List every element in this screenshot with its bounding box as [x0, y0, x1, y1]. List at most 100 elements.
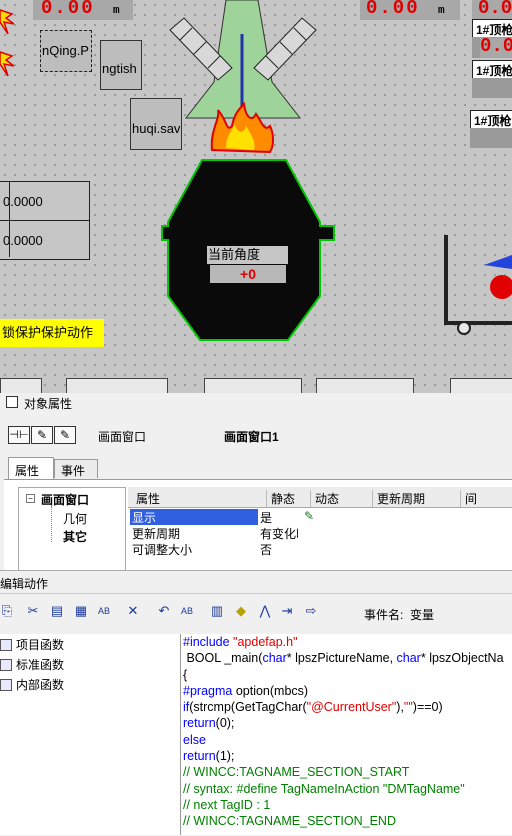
code-token: // WINCC:TAGNAME_SECTION_END — [183, 814, 396, 829]
code-editor[interactable]: #include "apdefap.h" BOOL _main(char* lp… — [180, 634, 512, 835]
converter-furnace-graphic — [161, 0, 335, 341]
code-line[interactable]: if(strcmp(GetTagChar("@CurrentUser"),"")… — [181, 699, 512, 715]
column-header[interactable]: 属性 — [136, 490, 160, 507]
cut-icon[interactable]: ✂ — [26, 604, 40, 618]
import-icon[interactable]: ⇥ — [280, 604, 294, 618]
position-unit-right: m — [438, 5, 445, 17]
property-name: 更新周期 — [132, 527, 181, 541]
lance-tag[interactable]: 1#顶枪 — [472, 60, 512, 80]
code-line[interactable]: { — [181, 667, 512, 683]
copy-format-button[interactable]: ✎ — [31, 426, 53, 444]
bottom-button[interactable] — [204, 378, 302, 393]
delete-icon[interactable]: ✕ — [126, 604, 140, 618]
tab-properties[interactable]: 属性 — [8, 457, 54, 480]
column-header[interactable]: 动态 — [310, 490, 339, 507]
tree-item-geometry[interactable]: 几何 — [63, 510, 87, 527]
angle-label: 当前角度 — [207, 246, 288, 264]
interlock-alarm-banner[interactable]: 锁保护保护动作 — [0, 319, 104, 347]
tab-events[interactable]: 事件 — [54, 459, 98, 478]
code-token: char — [396, 651, 421, 666]
code-line[interactable]: BOOL _main(char* lpszPictureName, char* … — [181, 650, 512, 666]
dynamic-lightning-icon[interactable]: ✎ — [304, 509, 314, 523]
column-header[interactable]: 静态 — [266, 490, 295, 507]
position-value-left: 0.00 — [41, 0, 95, 19]
bottom-button[interactable] — [0, 378, 42, 393]
dialog-title-bar: 对象属性 — [0, 393, 512, 411]
picture-object-1[interactable]: nQing.P — [40, 30, 92, 72]
abc-paste-icon[interactable]: AB — [97, 604, 111, 618]
copy-icon[interactable]: ▤ — [50, 604, 64, 618]
hmi-canvas: 0.00 m 0.00 m 0.0 nQing.P ngtish huqi.sa… — [0, 0, 512, 393]
event-name-value: 变量 — [410, 608, 435, 622]
code-line[interactable]: return(1); — [181, 748, 512, 764]
object-name-label: 画面窗口1 — [224, 430, 279, 444]
position-display-right: 0.00 m — [360, 0, 460, 20]
picture-object-2-label: ngtish — [102, 61, 137, 76]
picture-object-1-label: nQing.P — [42, 43, 89, 58]
paste-icon[interactable]: ▦ — [74, 604, 88, 618]
tree-item-other[interactable]: 其它 — [63, 528, 87, 545]
column-header[interactable]: 更新周期 — [372, 490, 425, 507]
table-cell: 0.0000 — [0, 181, 90, 221]
undo-icon[interactable]: ↶ — [157, 604, 171, 618]
grid-row[interactable]: 可调整大小 否 — [128, 541, 512, 557]
code-token: char — [262, 651, 287, 666]
lance-tag-background — [470, 128, 512, 148]
editor-title-bar: 编辑动作 — [0, 571, 512, 594]
grid-header: 属性 静态 动态 更新周期 间 — [128, 487, 512, 508]
grid-row[interactable]: 显示 是 ✎ — [128, 509, 512, 525]
object-type-label: 画面窗口 — [98, 430, 147, 444]
tab-properties-label: 属性 — [15, 464, 40, 478]
code-line[interactable]: else — [181, 732, 512, 748]
code-token: // next TagID : 1 — [183, 797, 271, 812]
export-icon[interactable]: ⇨ — [304, 604, 318, 618]
code-token: (1); — [215, 749, 235, 764]
angle-value: +0 — [210, 265, 286, 283]
code-token: return — [183, 749, 216, 764]
code-token: )==0) — [412, 700, 443, 715]
function-folder-icon — [0, 639, 12, 651]
bottom-button[interactable] — [450, 378, 512, 393]
ladle-car-graphic — [444, 235, 512, 335]
tree-root[interactable]: 画面窗口 — [41, 491, 89, 508]
code-line[interactable]: // syntax: #define TagNameInAction "DMTa… — [181, 781, 512, 797]
function-label: 项目函数 — [16, 638, 65, 652]
code-line[interactable]: #include "apdefap.h" — [181, 634, 512, 650]
dialog-title: 对象属性 — [24, 397, 73, 411]
pin-button[interactable]: ⊣⊢ — [8, 426, 30, 444]
code-line[interactable]: // next TagID : 1 — [181, 797, 512, 813]
code-line[interactable]: return(0); — [181, 715, 512, 731]
bottom-button[interactable] — [316, 378, 414, 393]
package-icon[interactable]: ◆ — [234, 604, 248, 618]
code-line[interactable]: // WINCC:TAGNAME_SECTION_START — [181, 764, 512, 780]
abc-replace-icon[interactable]: AB — [180, 604, 194, 618]
code-token: return — [183, 716, 216, 731]
column-header[interactable]: 间 — [460, 490, 477, 507]
picture-object-2[interactable]: ngtish — [100, 40, 142, 90]
lance-tag-background — [472, 78, 512, 98]
function-folder-icon — [0, 659, 12, 671]
open-icon[interactable]: ⎘ — [0, 604, 14, 618]
code-line[interactable]: #pragma option(mbcs) — [181, 683, 512, 699]
bottom-button[interactable] — [66, 378, 168, 393]
grid-row[interactable]: 更新周期 有变化时 — [128, 525, 512, 541]
code-token: ), — [396, 700, 404, 715]
property-static-value: 否 — [260, 543, 273, 557]
position-display-left: 0.00 m — [33, 0, 133, 20]
tree-line — [51, 506, 53, 542]
position-value-far-right: 0.0 — [478, 0, 512, 19]
compile-icon[interactable]: ▥ — [210, 604, 224, 618]
paste-format-button[interactable]: ✎ — [54, 426, 76, 444]
property-static-value: 有变化时 — [260, 527, 298, 541]
lance-tag[interactable]: 1#顶枪 — [470, 110, 512, 130]
code-token: "" — [403, 700, 413, 715]
editor-title: 编辑动作 — [0, 577, 49, 591]
function-label: 内部函数 — [16, 678, 65, 692]
code-token: (0); — [215, 716, 235, 731]
property-name: 显示 — [130, 509, 258, 525]
tree-collapse-icon[interactable]: − — [26, 494, 35, 503]
code-line[interactable]: // WINCC:TAGNAME_SECTION_END — [181, 813, 512, 829]
lance-value: 0.0 — [480, 35, 512, 57]
lambda-icon[interactable]: ⋀ — [258, 604, 272, 618]
value-table: 0.0000 0.0000 — [0, 181, 90, 260]
